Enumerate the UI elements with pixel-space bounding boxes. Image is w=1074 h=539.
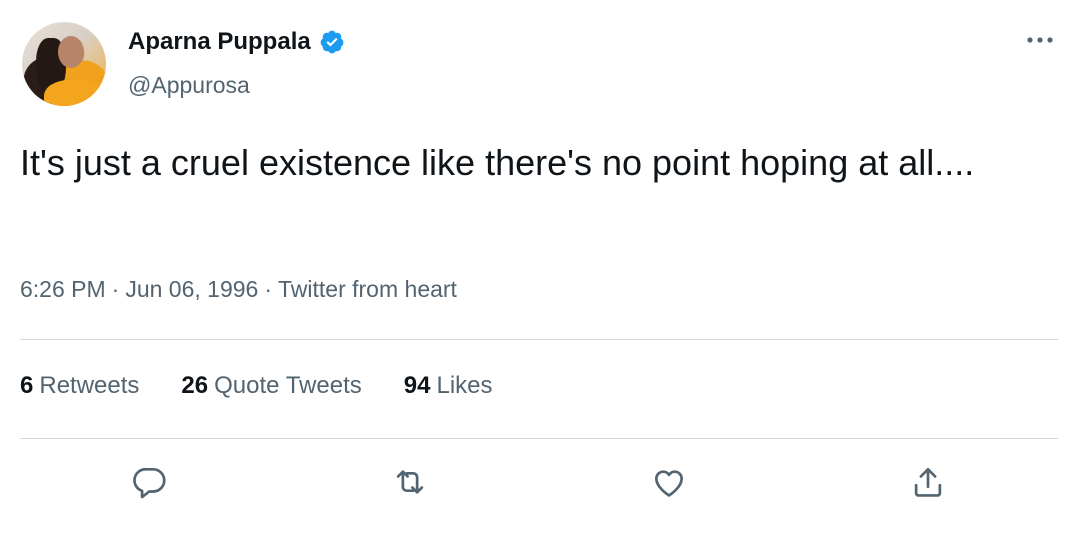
verified-badge-icon: [320, 30, 344, 54]
reply-icon: [133, 467, 166, 499]
avatar[interactable]: [22, 22, 106, 106]
like-button[interactable]: [649, 462, 689, 502]
likes-stat[interactable]: 94 Likes: [404, 372, 493, 400]
avatar-clothing: [44, 80, 106, 106]
tweet-text: It's just a cruel existence like there's…: [20, 142, 975, 183]
tweet-date[interactable]: Jun 06, 1996: [125, 276, 258, 302]
reply-button[interactable]: [130, 462, 170, 502]
likes-label: Likes: [436, 372, 493, 399]
retweet-icon: [396, 470, 424, 494]
likes-count: 94: [403, 372, 431, 399]
retweets-count: 6: [20, 372, 34, 399]
quote-tweets-label: Quote Tweets: [214, 372, 362, 399]
meta-separator: ·: [111, 276, 120, 302]
more-options-icon[interactable]: [1025, 30, 1055, 50]
divider: [20, 438, 1058, 439]
like-icon: [654, 470, 684, 497]
retweets-stat[interactable]: 6 Retweets: [20, 372, 139, 400]
quote-tweets-stat[interactable]: 26 Quote Tweets: [181, 372, 361, 400]
tweet-stats: 6 Retweets 26 Quote Tweets 94 Likes: [20, 372, 493, 400]
tweet-time[interactable]: 6:26 PM: [20, 276, 106, 302]
meta-separator: ·: [264, 276, 273, 302]
share-button[interactable]: [908, 462, 948, 502]
tweet-meta: 6:26 PM · Jun 06, 1996 · Twitter from heart: [20, 276, 457, 303]
retweet-button[interactable]: [390, 462, 430, 502]
author-handle[interactable]: @Appurosa: [128, 72, 250, 99]
quote-tweets-count: 26: [181, 372, 209, 399]
share-icon: [914, 467, 942, 497]
retweets-label: Retweets: [39, 372, 140, 399]
tweet-source[interactable]: Twitter from heart: [278, 276, 457, 302]
author-name[interactable]: Aparna Puppala: [128, 28, 311, 56]
author-name-row: Aparna Puppala: [128, 28, 345, 56]
divider: [20, 339, 1058, 340]
avatar-face: [58, 36, 84, 68]
